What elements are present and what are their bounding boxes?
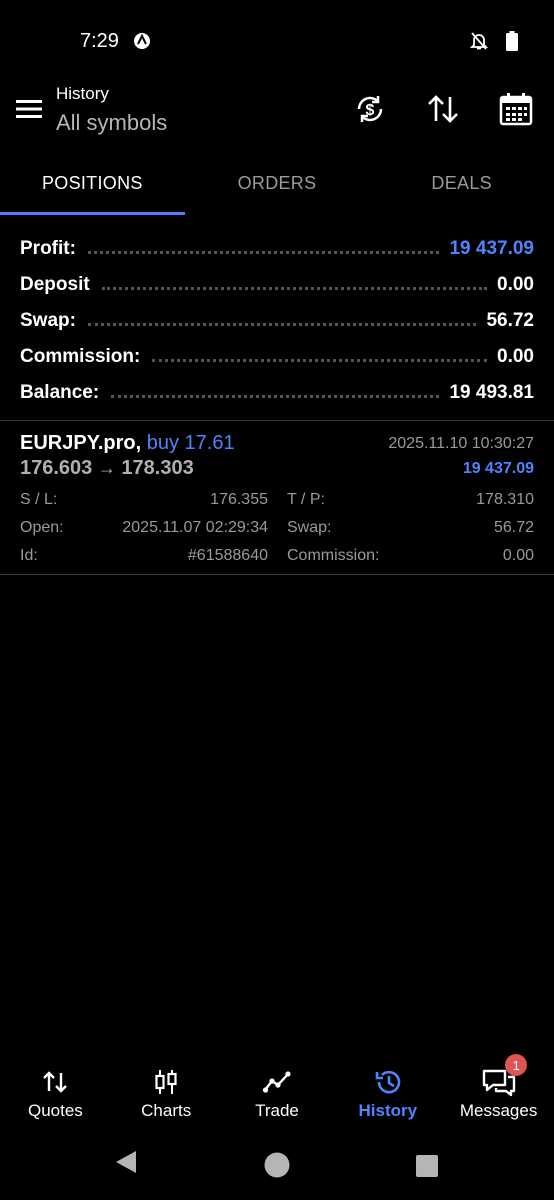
summary-row-profit: Profit: 19 437.09 <box>20 234 534 260</box>
summary-value: 0.00 <box>497 346 534 367</box>
open-value: 2025.11.07 02:29:34 <box>122 519 268 536</box>
tab-deals[interactable]: DEALS <box>369 150 554 216</box>
nav-trade[interactable]: Trade <box>222 1060 333 1130</box>
nav-label: Quotes <box>27 1101 83 1120</box>
summary-label: Profit: <box>20 238 76 259</box>
tp-label: T / P: <box>287 491 325 508</box>
dotted-leader <box>152 359 488 362</box>
nav-quotes[interactable]: Quotes <box>0 1060 111 1130</box>
id-label: Id: <box>20 547 38 564</box>
position-side: buy 17.61 <box>146 432 235 454</box>
silent-bell-icon <box>470 32 488 50</box>
commission-label: Commission: <box>287 547 380 564</box>
home-icon[interactable] <box>264 1152 290 1178</box>
sort-icon[interactable] <box>424 90 462 128</box>
battery-icon <box>506 31 518 51</box>
summary-label: Commission: <box>20 346 141 367</box>
position-prices: 176.603 → 178.303 <box>20 457 194 480</box>
nav-charts[interactable]: Charts <box>111 1060 222 1130</box>
vpn-icon <box>134 33 150 49</box>
price-close: 178.303 <box>121 457 194 479</box>
quotes-icon <box>43 1071 68 1093</box>
sl-label: S / L: <box>20 491 58 508</box>
svg-text:$: $ <box>366 102 375 119</box>
tab-positions[interactable]: POSITIONS <box>0 150 185 216</box>
active-tab-indicator <box>0 212 185 215</box>
id-value: #61588640 <box>187 547 268 564</box>
trade-icon <box>262 1071 291 1093</box>
position-close-time: 2025.11.10 10:30:27 <box>388 435 534 452</box>
status-time: 7:29 <box>80 30 119 52</box>
back-icon[interactable] <box>114 1150 138 1174</box>
tab-orders[interactable]: ORDERS <box>185 150 370 216</box>
summary-row-balance: Balance: 19 493.81 <box>20 378 534 404</box>
dotted-leader <box>101 287 488 290</box>
calendar-icon[interactable] <box>497 90 535 128</box>
summary-label: Swap: <box>20 310 76 331</box>
summary-row-swap: Swap: 56.72 <box>20 306 534 332</box>
dotted-leader <box>87 323 477 326</box>
nav-label: Trade <box>255 1101 299 1120</box>
bottom-nav: Quotes Charts Trade History Messages 1 <box>0 1054 554 1130</box>
commission-value: 0.00 <box>502 547 534 564</box>
nav-messages[interactable]: Messages 1 <box>443 1054 554 1130</box>
position-symbol: EURJPY.pro, <box>20 432 142 454</box>
position-symbol-line: EURJPY.pro, buy 17.61 <box>20 432 235 455</box>
summary-value: 19 493.81 <box>449 382 534 403</box>
sl-value: 176.355 <box>210 491 268 508</box>
summary-label: Balance: <box>20 382 100 403</box>
price-open: 176.603 <box>20 457 93 479</box>
refresh-profit-icon[interactable]: $ <box>351 90 389 128</box>
recents-icon[interactable] <box>416 1155 438 1177</box>
summary-label: Deposit <box>20 274 90 295</box>
summary-row-commission: Commission: 0.00 <box>20 342 534 368</box>
page-title: History <box>56 84 109 103</box>
summary-value: 0.00 <box>497 274 534 295</box>
summary-value: 19 437.09 <box>449 238 534 259</box>
position-profit: 19 437.09 <box>462 460 534 477</box>
summary-row-deposit: Deposit 0.00 <box>20 270 534 296</box>
swap-value: 56.72 <box>493 519 534 536</box>
history-icon <box>375 1070 401 1094</box>
nav-history[interactable]: History <box>332 1060 443 1130</box>
tp-value: 178.310 <box>476 491 534 508</box>
arrow-right-icon: → <box>97 458 116 478</box>
history-tabs: POSITIONS ORDERS DEALS <box>0 150 554 216</box>
menu-icon[interactable] <box>12 92 46 126</box>
unread-badge: 1 <box>505 1054 528 1076</box>
symbol-filter[interactable]: All symbols <box>56 110 167 136</box>
nav-label: Charts <box>141 1101 192 1120</box>
nav-label: History <box>358 1101 418 1120</box>
dotted-leader <box>87 251 440 254</box>
swap-label: Swap: <box>287 519 332 536</box>
summary-value: 56.72 <box>486 310 534 331</box>
nav-label: Messages <box>459 1101 538 1120</box>
dotted-leader <box>111 395 440 398</box>
charts-icon <box>155 1070 177 1094</box>
divider <box>0 574 554 575</box>
open-label: Open: <box>20 519 64 536</box>
